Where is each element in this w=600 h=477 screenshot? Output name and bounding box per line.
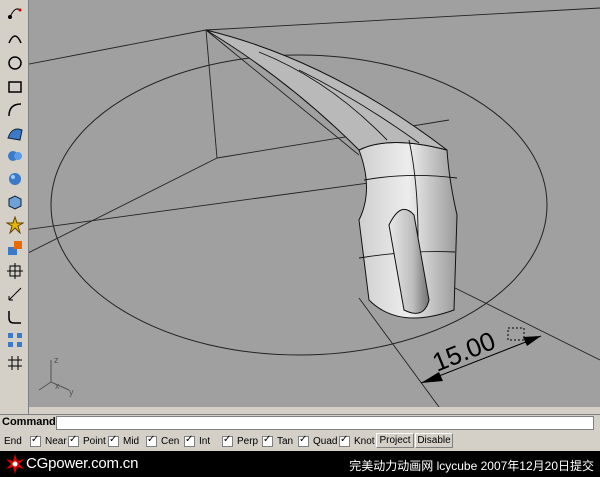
checkbox-icon[interactable]: [262, 434, 273, 447]
top-sweep-surface: [205, 29, 448, 151]
curve-point-icon[interactable]: [6, 4, 24, 22]
freeform-curve-icon[interactable]: [6, 101, 24, 119]
circle-icon[interactable]: [6, 54, 24, 72]
dimension-value: 15.00: [428, 325, 500, 377]
transform-icon[interactable]: [6, 262, 24, 280]
checkbox-icon[interactable]: [68, 434, 79, 447]
boolean-icon[interactable]: [6, 239, 24, 257]
command-bar: Command:: [0, 414, 600, 432]
checkbox-icon[interactable]: [339, 434, 350, 447]
disable-button[interactable]: Disable: [415, 433, 453, 448]
osnap-bar: End Near Point Mid Cen Int Perp Tan Quad…: [0, 431, 600, 452]
grid-icon[interactable]: [6, 354, 24, 372]
axis-label-y: y: [69, 387, 74, 397]
checkbox-icon[interactable]: [222, 434, 233, 447]
perspective-viewport[interactable]: 15.00 z x y: [29, 0, 600, 407]
osnap-quad[interactable]: Quad: [298, 434, 337, 448]
osnap-near[interactable]: Near: [30, 434, 67, 448]
viewport-scene: 15.00 z x y: [29, 7, 600, 407]
solid-icon[interactable]: [6, 147, 24, 165]
left-toolbar: [0, 0, 29, 415]
osnap-perp[interactable]: Perp: [222, 434, 258, 448]
osnap-int[interactable]: Int: [184, 434, 210, 448]
project-button[interactable]: Project: [376, 433, 414, 448]
axis-label-z: z: [54, 355, 59, 365]
rectangle-icon[interactable]: [6, 78, 24, 96]
osnap-knot[interactable]: Knot: [339, 434, 375, 448]
credit-text: 完美动力动画网 lcycube 2007年12月20日提交: [349, 459, 594, 473]
dimension-icon[interactable]: [6, 285, 24, 303]
checkbox-icon[interactable]: [108, 434, 119, 447]
logo-text: CGpower.com.cn: [26, 455, 139, 472]
checkbox-icon[interactable]: [184, 434, 195, 447]
world-axis-icon: z x y: [38, 355, 74, 397]
axis-label-x: x: [55, 381, 60, 391]
command-input[interactable]: [56, 416, 594, 430]
osnap-tan[interactable]: Tan: [262, 434, 293, 448]
ground-circle-curve: [50, 54, 548, 356]
logo-star-icon: [6, 454, 24, 474]
checkbox-icon[interactable]: [30, 434, 41, 447]
osnap-mid[interactable]: Mid: [108, 434, 139, 448]
sphere-icon[interactable]: [6, 170, 24, 188]
footer-banner: CGpower.com.cn 完美动力动画网 lcycube 2007年12月2…: [0, 451, 600, 477]
osnap-end-label: End: [4, 435, 22, 447]
surface-icon[interactable]: [6, 124, 24, 142]
osnap-cen[interactable]: Cen: [146, 434, 179, 448]
checkbox-icon[interactable]: [298, 434, 309, 447]
osnap-point[interactable]: Point: [68, 434, 106, 448]
explode-icon[interactable]: [6, 216, 24, 234]
command-label: Command:: [2, 416, 60, 428]
dimension-annotation: 15.00: [420, 325, 542, 384]
fillet-icon[interactable]: [6, 308, 24, 326]
arc-icon[interactable]: [6, 29, 24, 47]
construction-lines: [29, 7, 600, 407]
box-icon[interactable]: [6, 193, 24, 211]
checkbox-icon[interactable]: [146, 434, 157, 447]
array-icon[interactable]: [6, 331, 24, 349]
